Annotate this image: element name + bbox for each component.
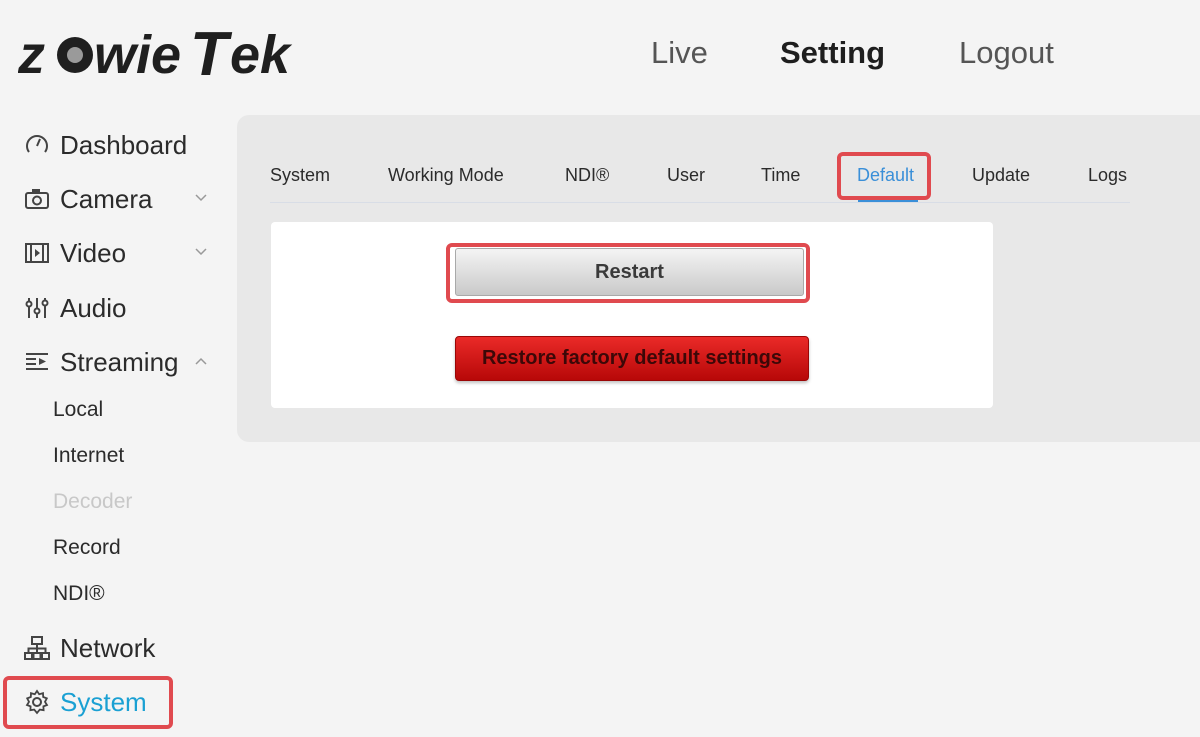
network-icon: [24, 635, 50, 661]
sidebar-subitem-ndi[interactable]: NDI®: [53, 579, 105, 609]
settings-tabs: System Working Mode NDI® User Time Defau…: [270, 160, 1130, 203]
sidebar-item-network[interactable]: Network: [24, 628, 155, 668]
sidebar-item-audio[interactable]: Audio: [24, 288, 127, 328]
tab-ndi[interactable]: NDI®: [565, 164, 609, 186]
restart-button[interactable]: Restart: [455, 248, 804, 296]
svg-text:wie: wie: [94, 25, 181, 82]
active-tab-indicator: [858, 199, 918, 202]
svg-text:ek: ek: [230, 25, 293, 82]
sidebar-item-label: Network: [60, 632, 156, 663]
nav-live-link[interactable]: Live: [651, 34, 708, 72]
gear-icon: [24, 689, 50, 715]
sidebar-subitem-internet[interactable]: Internet: [53, 441, 124, 471]
svg-text:z: z: [18, 25, 45, 82]
streaming-icon: [24, 349, 50, 375]
dashboard-gauge-icon: [24, 132, 50, 158]
sidebar-item-label: Dashboard: [60, 129, 188, 160]
chevron-down-icon[interactable]: [194, 245, 208, 259]
sidebar-item-system[interactable]: System: [24, 682, 147, 722]
tab-default[interactable]: Default: [857, 164, 914, 186]
sidebar-subitem-decoder: Decoder: [53, 490, 133, 513]
restore-factory-defaults-button[interactable]: Restore factory default settings: [455, 336, 809, 381]
sidebar-subitem-local[interactable]: Local: [53, 395, 103, 425]
sidebar-item-label: Video: [60, 237, 127, 268]
nav-setting-link[interactable]: Setting: [780, 34, 885, 72]
tab-user[interactable]: User: [667, 164, 705, 186]
tab-logs[interactable]: Logs: [1088, 164, 1127, 186]
svg-text:T: T: [190, 20, 233, 82]
tab-working-mode[interactable]: Working Mode: [388, 164, 504, 186]
nav-logout-link[interactable]: Logout: [959, 34, 1054, 72]
sidebar-item-streaming[interactable]: Streaming: [24, 342, 207, 382]
tab-update[interactable]: Update: [972, 164, 1030, 186]
sidebar-item-label: Audio: [60, 292, 127, 323]
sidebar-item-label: System: [60, 686, 147, 717]
sidebar-item-video[interactable]: Video: [24, 233, 207, 273]
sidebar-subitem-record[interactable]: Record: [53, 533, 121, 563]
camera-icon: [24, 186, 50, 212]
sidebar-item-label: Camera: [60, 183, 153, 214]
chevron-down-icon[interactable]: [194, 191, 208, 205]
sidebar-item-dashboard[interactable]: Dashboard: [24, 125, 187, 165]
tab-system[interactable]: System: [270, 164, 330, 186]
tab-time[interactable]: Time: [761, 164, 800, 186]
film-icon: [24, 240, 50, 266]
audio-mixer-icon: [24, 295, 50, 321]
sidebar-item-label: Streaming: [60, 346, 179, 377]
sidebar-item-camera[interactable]: Camera: [24, 179, 207, 219]
brand-logo: z wie T ek: [18, 20, 303, 82]
chevron-up-icon[interactable]: [194, 354, 208, 368]
